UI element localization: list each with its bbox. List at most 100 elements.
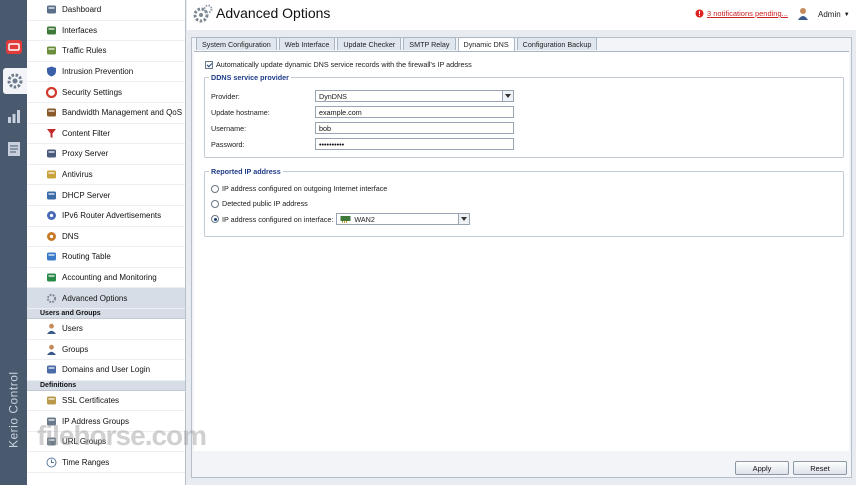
sidebar: Dashboard Interfaces Traffic Rules Intrusio… <box>27 0 186 485</box>
option-detected-label: Detected public IP address <box>222 199 308 208</box>
option-interface-row: IP address configured on interface: WAN2 <box>211 213 471 225</box>
auto-update-label: Automatically update dynamic DNS service… <box>216 60 472 69</box>
dhcp-icon <box>45 189 57 201</box>
section-definitions: Definitions <box>27 380 185 391</box>
option-outgoing-radio[interactable] <box>211 184 219 193</box>
reported-ip-group-title: Reported IP address <box>211 167 281 176</box>
header: Advanced Options 3 notifications pending… <box>187 0 856 30</box>
section-users-and-groups: Users and Groups <box>27 308 185 319</box>
user-label: Admin <box>818 10 841 19</box>
provider-row: Provider: DynDNS <box>211 90 514 102</box>
bar-chart-icon[interactable] <box>2 103 25 129</box>
sidebar-item-label: DHCP Server <box>62 190 111 200</box>
sidebar-item-content-filter[interactable]: Content Filter <box>27 124 185 145</box>
tab-web-interface[interactable]: Web Interface <box>278 37 336 50</box>
auto-update-checkbox[interactable] <box>205 60 213 69</box>
sidebar-item-label: Dashboard <box>62 5 102 15</box>
monitoring-icon <box>45 272 57 284</box>
sidebar-item-dns[interactable]: DNS <box>27 227 185 248</box>
reset-button[interactable]: Reset <box>793 461 847 475</box>
sidebar-item-label: SSL Certificates <box>62 395 120 405</box>
network-card-icon <box>45 24 57 36</box>
sidebar-item-label: URL Groups <box>62 437 107 447</box>
sidebar-item-label: Traffic Rules <box>62 46 107 56</box>
user-menu[interactable]: Admin ▼ <box>818 10 850 19</box>
password-row: Password: •••••••••• <box>211 138 514 150</box>
antivirus-icon <box>45 169 57 181</box>
sidebar-item-time-ranges[interactable]: Time Ranges <box>27 452 185 474</box>
sidebar-item-label: Accounting and Monitoring <box>62 273 157 283</box>
sidebar-item-label: Domains and User Login <box>62 365 151 375</box>
sidebar-item-traffic-rules[interactable]: Traffic Rules <box>27 41 185 62</box>
sidebar-item-url-groups[interactable]: URL Groups <box>27 432 185 453</box>
username-label: Username: <box>211 123 247 133</box>
tab-update-checker[interactable]: Update Checker <box>337 37 402 50</box>
brand-label: Kerio Control <box>6 371 21 449</box>
option-outgoing-label: IP address configured on outgoing Intern… <box>222 184 388 193</box>
reported-ip-group: Reported IP address IP address configure… <box>204 167 844 237</box>
hostname-row: Update hostname: example.com <box>211 106 514 118</box>
option-interface-radio[interactable] <box>211 215 219 223</box>
group-icon <box>45 343 57 355</box>
sidebar-item-label: Antivirus <box>62 170 93 180</box>
password-input[interactable]: •••••••••• <box>315 138 514 150</box>
hostname-label: Update hostname: <box>211 107 270 117</box>
sidebar-item-advanced-options[interactable]: Advanced Options <box>27 288 185 309</box>
option-detected-radio[interactable] <box>211 199 219 208</box>
network-card-icon <box>340 216 351 223</box>
sidebar-item-label: IP Address Groups <box>62 416 129 426</box>
sidebar-item-dashboard[interactable]: Dashboard <box>27 0 185 21</box>
warning-icon <box>695 9 704 18</box>
sidebar-item-groups[interactable]: Groups <box>27 340 185 361</box>
sidebar-item-interfaces[interactable]: Interfaces <box>27 21 185 42</box>
sidebar-item-label: Bandwidth Management and QoS <box>62 108 183 118</box>
tab-bar: System Configuration Web Interface Updat… <box>196 37 599 51</box>
sidebar-item-label: Security Settings <box>62 87 123 97</box>
sidebar-item-intrusion-prevention[interactable]: Intrusion Prevention <box>27 62 185 83</box>
hostname-input[interactable]: example.com <box>315 106 514 118</box>
certificate-icon <box>45 394 57 406</box>
ip-group-icon <box>45 415 57 427</box>
interface-value: WAN2 <box>354 214 375 224</box>
lifebuoy-icon <box>45 86 57 98</box>
sidebar-item-domains-and-user-login[interactable]: Domains and User Login <box>27 360 185 381</box>
provider-value: DynDNS <box>319 91 347 101</box>
sidebar-item-proxy-server[interactable]: Proxy Server <box>27 144 185 165</box>
sidebar-item-label: Content Filter <box>62 128 111 138</box>
user-icon <box>45 323 57 335</box>
kerio-logo-icon[interactable] <box>2 34 25 60</box>
advanced-gear-icon <box>193 4 213 26</box>
gear-icon[interactable] <box>3 68 27 94</box>
sidebar-item-label: Proxy Server <box>62 149 109 159</box>
proxy-icon <box>45 148 57 160</box>
sidebar-item-ip-address-groups[interactable]: IP Address Groups <box>27 411 185 432</box>
dynamic-dns-content: Automatically update dynamic DNS service… <box>194 51 849 451</box>
sidebar-item-routing-table[interactable]: Routing Table <box>27 247 185 268</box>
apply-button[interactable]: Apply <box>735 461 789 475</box>
advanced-gear-icon <box>45 292 57 304</box>
sidebar-item-users[interactable]: Users <box>27 319 185 340</box>
option-detected-row: Detected public IP address <box>211 199 308 208</box>
clock-icon <box>45 456 57 468</box>
sidebar-item-bandwidth-management-and-qos[interactable]: Bandwidth Management and QoS <box>27 103 185 124</box>
app-rail: Kerio Control <box>0 0 27 485</box>
notifications-link[interactable]: 3 notifications pending... <box>695 9 788 18</box>
chevron-down-icon: ▼ <box>843 11 850 18</box>
interface-select[interactable]: WAN2 <box>336 213 471 225</box>
ddns-provider-group: DDNS service provider Provider: DynDNS U… <box>204 73 844 158</box>
sidebar-item-dhcp-server[interactable]: DHCP Server <box>27 185 185 206</box>
tab-smtp-relay[interactable]: SMTP Relay <box>403 37 456 50</box>
sidebar-item-antivirus[interactable]: Antivirus <box>27 165 185 186</box>
ipv6-icon <box>45 210 57 222</box>
document-icon[interactable] <box>2 136 25 162</box>
tab-configuration-backup[interactable]: Configuration Backup <box>516 37 598 50</box>
provider-select[interactable]: DynDNS <box>315 90 514 102</box>
tab-dynamic-dns[interactable]: Dynamic DNS <box>457 37 515 51</box>
sidebar-item-accounting-and-monitoring[interactable]: Accounting and Monitoring <box>27 268 185 289</box>
notifications-label[interactable]: 3 notifications pending... <box>707 9 788 18</box>
sidebar-item-security-settings[interactable]: Security Settings <box>27 82 185 103</box>
sidebar-item-ssl-certificates[interactable]: SSL Certificates <box>27 391 185 412</box>
sidebar-item-ipv6-router-advertisements[interactable]: IPv6 Router Advertisements <box>27 206 185 227</box>
tab-system-configuration[interactable]: System Configuration <box>196 37 277 50</box>
username-input[interactable]: bob <box>315 122 514 134</box>
